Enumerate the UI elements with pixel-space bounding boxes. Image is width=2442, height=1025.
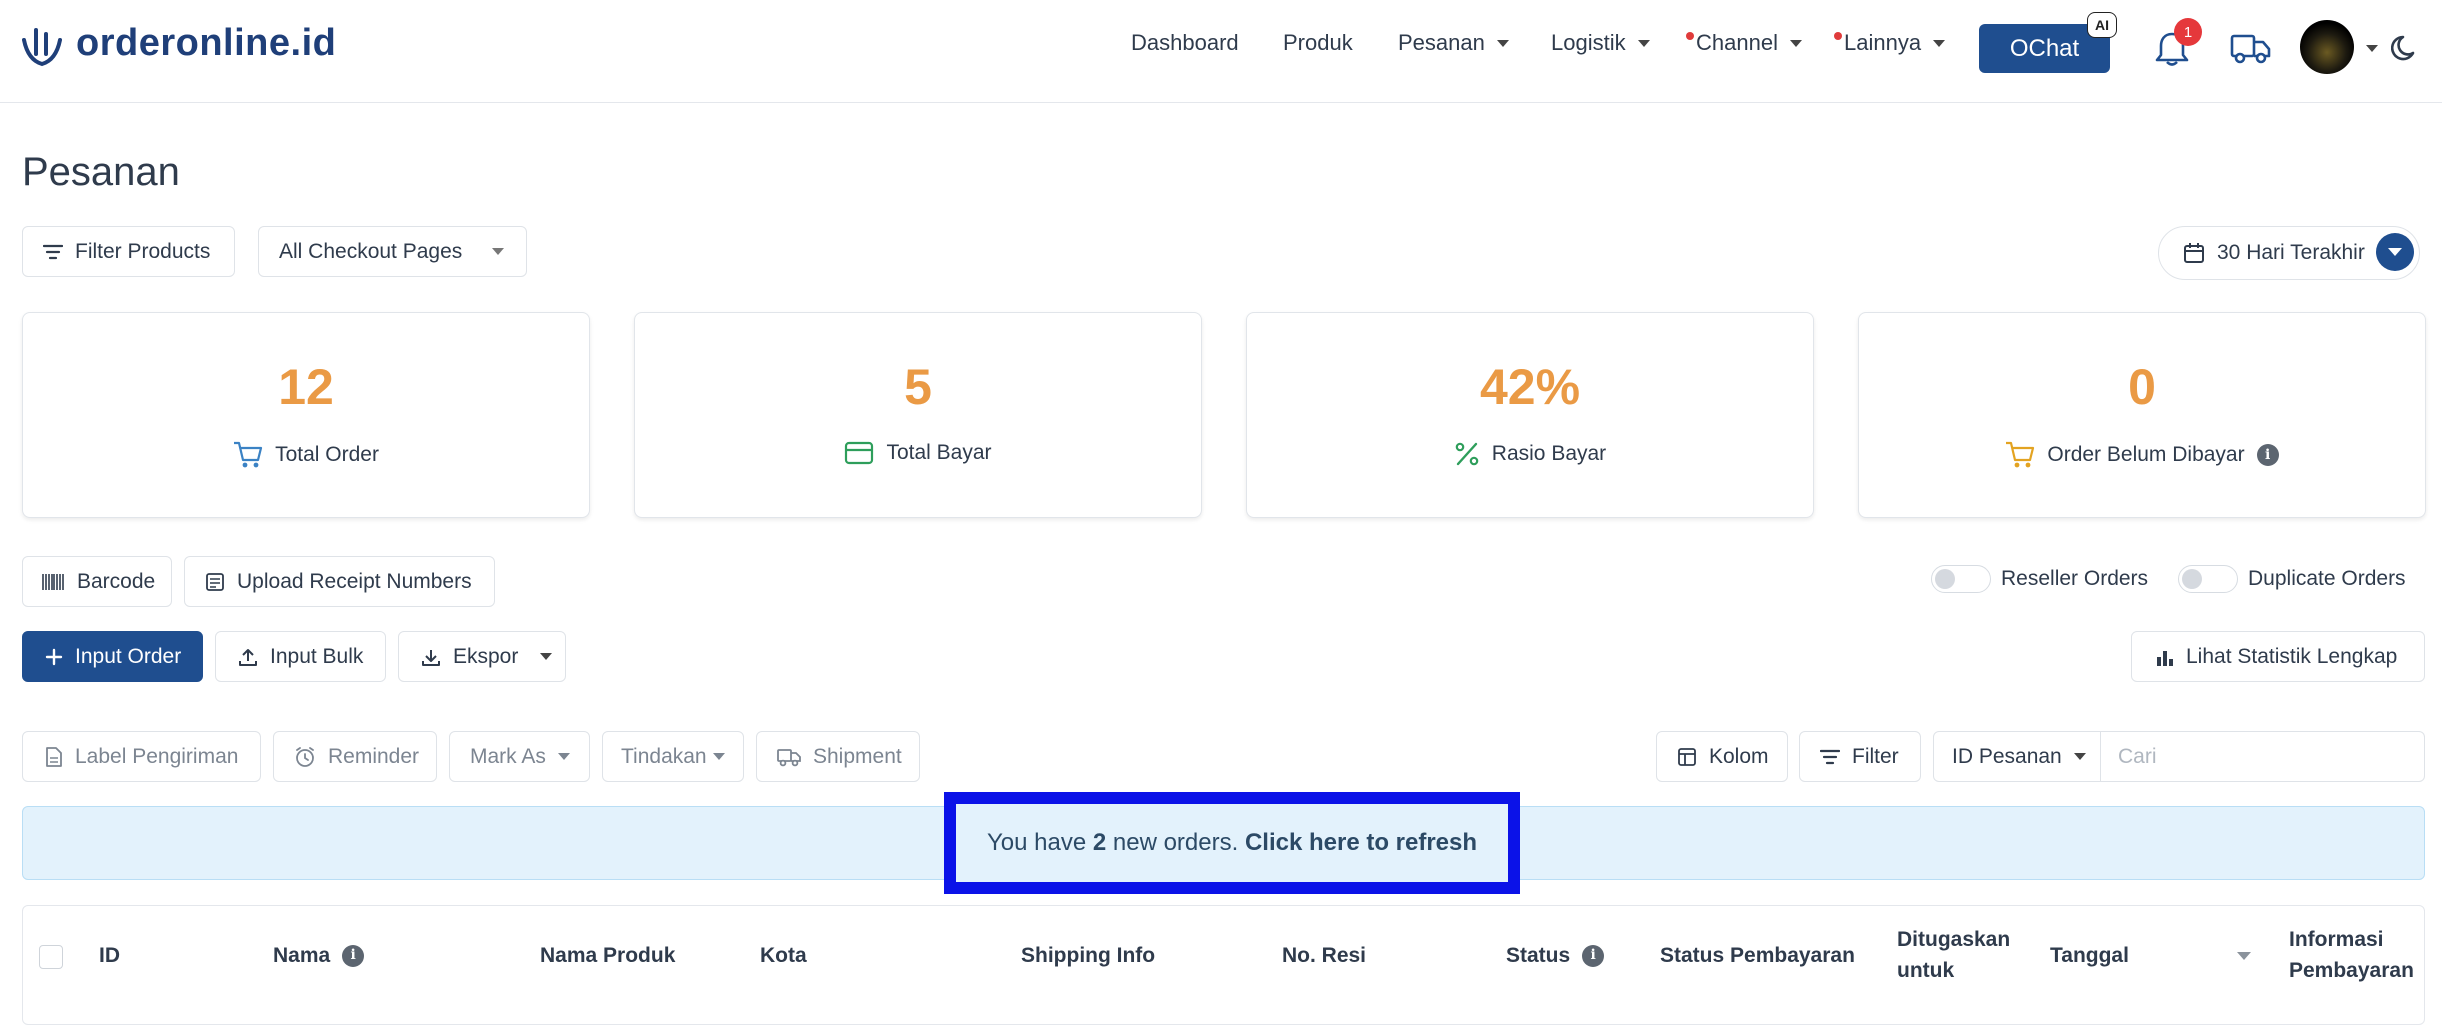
stat-label: Rasio Bayar [1491, 442, 1607, 465]
filter-products-button[interactable]: Filter Products [22, 226, 235, 277]
sort-descending-icon[interactable] [2237, 952, 2251, 960]
stat-value: 12 [278, 359, 334, 415]
column-header-id[interactable]: ID [99, 940, 120, 971]
reseller-orders-toggle[interactable] [1931, 565, 1991, 593]
chevron-down-icon [2388, 248, 2402, 256]
page-title: Pesanan [22, 150, 180, 194]
chevron-down-icon[interactable] [2366, 45, 2378, 52]
chevron-down-icon [712, 753, 725, 760]
cart-icon [2006, 441, 2035, 468]
nav-produk[interactable]: Produk [1283, 30, 1353, 56]
new-orders-count: 2 [1092, 829, 1107, 856]
columns-icon [1678, 747, 1696, 766]
user-avatar[interactable] [2300, 20, 2354, 74]
channel-alert-dot [1686, 32, 1694, 40]
calendar-icon [2184, 243, 2204, 263]
notification-count-badge: 1 [2174, 18, 2202, 46]
column-header-informasi-pembayaran[interactable]: Informasi Pembayaran [2289, 924, 2424, 986]
column-header-shipping-info[interactable]: Shipping Info [1021, 940, 1155, 971]
brand-name[interactable]: orderonline.id [76, 22, 336, 65]
upload-icon [239, 648, 257, 666]
refresh-link-text[interactable]: Click here to refresh [1245, 829, 1477, 857]
stat-card-order-belum-dibayar: 0 Order Belum Dibayar i [1858, 312, 2426, 518]
search-field-select[interactable]: ID Pesanan [1933, 731, 2101, 782]
filter-icon [1820, 749, 1840, 764]
date-range-dropdown-toggle[interactable] [2376, 233, 2414, 271]
stat-card-rasio-bayar: 42% Rasio Bayar [1246, 312, 1814, 518]
nav-logistik[interactable]: Logistik [1551, 30, 1650, 56]
chevron-down-icon [2073, 753, 2086, 760]
percent-icon [1455, 442, 1479, 466]
search-input[interactable]: Cari [2100, 731, 2425, 782]
chevron-down-icon [1789, 39, 1802, 47]
chevron-down-icon [1496, 39, 1509, 47]
ai-badge: AI [2087, 12, 2117, 38]
stat-value: 42% [1479, 359, 1581, 415]
info-icon[interactable]: i [2256, 444, 2279, 466]
lihat-statistik-button[interactable]: Lihat Statistik Lengkap [2131, 631, 2425, 682]
tindakan-dropdown[interactable]: Tindakan [602, 731, 744, 782]
stat-label: Total Bayar [886, 441, 992, 464]
chevron-down-icon [557, 753, 570, 760]
filter-icon [43, 244, 63, 259]
duplicate-orders-label: Duplicate Orders [2248, 567, 2406, 590]
info-icon[interactable]: i [342, 944, 365, 967]
column-header-status-pembayaran[interactable]: Status Pembayaran [1660, 940, 1855, 971]
chevron-down-icon [492, 248, 505, 255]
stat-card-total-order: 12 Total Order [22, 312, 590, 518]
download-icon [422, 649, 440, 666]
mark-as-dropdown[interactable]: Mark As [449, 731, 590, 782]
stat-value: 5 [904, 359, 932, 415]
column-header-nama[interactable]: Nama i [273, 940, 365, 971]
input-bulk-button[interactable]: Input Bulk [215, 631, 386, 682]
reminder-button[interactable]: Reminder [273, 731, 437, 782]
column-header-ditugaskan-untuk[interactable]: Ditugaskan untuk [1897, 924, 2027, 986]
receipt-icon [206, 572, 224, 591]
chevron-down-icon [1637, 39, 1650, 47]
stat-value: 0 [2128, 359, 2156, 415]
select-all-checkbox[interactable] [39, 945, 63, 969]
cart-icon [234, 441, 263, 468]
stat-card-total-bayar: 5 Total Bayar [634, 312, 1202, 518]
credit-card-icon [845, 441, 874, 465]
nav-pesanan[interactable]: Pesanan [1398, 30, 1509, 56]
alarm-clock-icon [296, 746, 314, 767]
chevron-down-icon [1933, 39, 1946, 47]
info-icon[interactable]: i [1582, 944, 1605, 967]
truck-icon [777, 748, 801, 766]
nav-lainnya[interactable]: Lainnya [1844, 30, 1946, 56]
bar-chart-icon [2157, 650, 2173, 666]
barcode-button[interactable]: Barcode [22, 556, 172, 607]
filter-button[interactable]: Filter [1799, 731, 1921, 782]
stat-label: Order Belum Dibayar [2047, 443, 2245, 466]
nav-channel[interactable]: Channel [1696, 30, 1802, 56]
stat-label: Total Order [275, 443, 379, 466]
column-header-no-resi[interactable]: No. Resi [1282, 940, 1366, 971]
upload-receipt-numbers-button[interactable]: Upload Receipt Numbers [184, 556, 495, 607]
lainnya-alert-dot [1834, 32, 1842, 40]
column-header-nama-produk[interactable]: Nama Produk [540, 940, 675, 971]
shipment-button[interactable]: Shipment [756, 731, 920, 782]
plus-icon [45, 648, 63, 665]
chevron-down-icon [540, 653, 553, 660]
checkout-pages-select[interactable]: All Checkout Pages [258, 226, 527, 277]
top-navbar: orderonline.id Dashboard Produk Pesanan … [0, 0, 2442, 103]
nav-dashboard[interactable]: Dashboard [1131, 30, 1239, 56]
column-header-tanggal[interactable]: Tanggal [2050, 940, 2129, 971]
duplicate-orders-toggle[interactable] [2178, 565, 2238, 593]
reseller-orders-label: Reseller Orders [2001, 567, 2149, 590]
barcode-icon [42, 573, 64, 590]
logo-icon [22, 28, 62, 67]
refresh-new-orders-link[interactable]: You have 2 new orders. Click here to ref… [944, 792, 1520, 894]
kolom-button[interactable]: Kolom [1656, 731, 1788, 782]
document-icon [46, 746, 62, 767]
truck-icon[interactable] [2230, 30, 2272, 66]
column-header-kota[interactable]: Kota [760, 940, 807, 971]
dark-mode-moon-icon[interactable] [2391, 33, 2421, 63]
label-pengiriman-button[interactable]: Label Pengiriman [22, 731, 261, 782]
input-order-button[interactable]: Input Order [22, 631, 203, 682]
column-header-status[interactable]: Status i [1506, 940, 1605, 971]
ekspor-button[interactable]: Ekspor [398, 631, 566, 682]
